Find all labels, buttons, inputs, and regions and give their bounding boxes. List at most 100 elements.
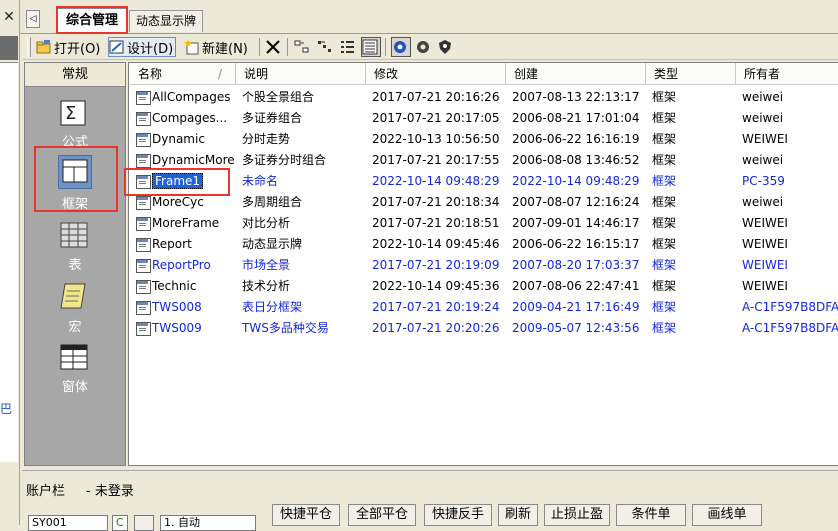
- open-button-label: 打开(O): [54, 41, 101, 57]
- order-mode-select[interactable]: 1. 自动: [160, 515, 256, 531]
- column-header-type[interactable]: 类型: [646, 63, 736, 85]
- account-c-button[interactable]: C: [112, 515, 128, 531]
- frame-file-icon: [136, 112, 151, 126]
- large-icons-view-button[interactable]: [294, 37, 312, 57]
- details-view-icon: [362, 39, 378, 55]
- quick-reverse-button[interactable]: 快捷反手: [424, 504, 492, 526]
- row-type: 框架: [652, 195, 677, 209]
- close-all-button[interactable]: 全部平仓: [348, 504, 416, 526]
- left-strip-edge-text: 巴: [0, 402, 13, 416]
- row-created: 2007-08-13 22:13:17: [512, 90, 640, 104]
- frame-file-icon: [136, 280, 151, 294]
- column-header-owner[interactable]: 所有者: [736, 63, 838, 85]
- gear-button[interactable]: [415, 37, 433, 57]
- row-description: 分时走势: [242, 132, 291, 146]
- row-created: 2006-08-21 17:01:04: [512, 111, 640, 125]
- close-icon[interactable]: ✕: [0, 4, 18, 30]
- toolbar-separator: [259, 38, 260, 56]
- design-icon: [109, 39, 125, 55]
- list-row-tws008[interactable]: TWS008 表日分框架 2017-07-21 20:19:24 2009-04-21…: [130, 297, 838, 318]
- category-header[interactable]: 常规: [25, 63, 125, 87]
- open-folder-icon: [36, 39, 52, 55]
- row-description: 多证券分时组合: [242, 153, 327, 167]
- list-row-reportpro[interactable]: ReportPro 市场全景 2017-07-21 20:19:09 2007-08-…: [130, 255, 838, 276]
- line-order-button[interactable]: 画线单: [692, 504, 762, 526]
- row-modified: 2017-07-21 20:19:09: [372, 258, 500, 272]
- window-form-icon: [59, 342, 89, 372]
- list-row-morecyc[interactable]: MoreCyc 多周期组合 2017-07-21 20:18:34 2007-08-0…: [130, 192, 838, 213]
- category-frame[interactable]: 框架: [25, 153, 125, 212]
- row-created: 2009-05-07 12:43:56: [512, 321, 640, 335]
- row-name: TWS008: [152, 300, 202, 314]
- category-table[interactable]: 表: [25, 218, 125, 273]
- new-button-label: 新建(N): [202, 41, 248, 57]
- list-row-technic[interactable]: Technic 技术分析 2022-10-14 09:45:36 2007-08-06…: [130, 276, 838, 297]
- list-row-frame1[interactable]: Frame1 未命名 2022-10-14 09:48:29 2022-10-14 0…: [130, 171, 838, 192]
- large-icons-view-icon: [294, 39, 310, 55]
- account-small-button[interactable]: [134, 515, 154, 531]
- left-strip-header: [0, 36, 18, 60]
- row-modified: 2017-07-21 20:17:05: [372, 111, 500, 125]
- frame-file-icon: [136, 322, 151, 336]
- frame-file-icon: [136, 196, 151, 210]
- row-modified: 2017-07-21 20:20:26: [372, 321, 500, 335]
- category-macro[interactable]: 宏: [25, 278, 125, 335]
- new-button[interactable]: 新建(N): [184, 37, 248, 57]
- design-button[interactable]: 设计(D): [108, 37, 177, 57]
- row-created: 2007-08-20 17:03:37: [512, 258, 640, 272]
- stop-loss-take-profit-button[interactable]: 止损止盈: [544, 504, 610, 526]
- row-modified: 2022-10-14 09:45:36: [372, 279, 500, 293]
- row-created: 2007-08-07 12:16:24: [512, 195, 640, 209]
- row-modified: 2022-10-14 09:48:29: [372, 174, 500, 188]
- selected-name-highlight: Frame1: [152, 173, 204, 189]
- small-icons-view-button[interactable]: [317, 37, 335, 57]
- column-header-description[interactable]: 说明: [236, 63, 366, 85]
- row-owner: weiwei: [742, 153, 784, 167]
- open-button[interactable]: 打开(O): [36, 37, 100, 57]
- row-owner: weiwei: [742, 195, 784, 209]
- list-view-button[interactable]: [340, 37, 358, 57]
- list-row-report[interactable]: Report 动态显示牌 2022-10-14 09:45:46 2006-06-22…: [130, 234, 838, 255]
- toolbar-grip: [27, 37, 31, 57]
- row-type: 框架: [652, 132, 677, 146]
- settings-button[interactable]: [391, 37, 411, 57]
- list-row-compages-[interactable]: Compages... 多证券组合 2017-07-21 20:17:05 2006-…: [130, 108, 838, 129]
- row-name: TWS009: [152, 321, 202, 335]
- list-row-moreframe[interactable]: MoreFrame 对比分析 2017-07-21 20:18:51 2007-09-…: [130, 213, 838, 234]
- row-description: 技术分析: [242, 279, 291, 293]
- list-row-allcompages[interactable]: AllCompages 个股全景组合 2017-07-21 20:16:26 2007…: [130, 87, 838, 108]
- frame-file-icon: [136, 91, 151, 105]
- refresh-button[interactable]: 刷新: [498, 504, 538, 526]
- tab-comprehensive-management[interactable]: 综合管理: [57, 8, 127, 34]
- list-row-dynamic[interactable]: Dynamic 分时走势 2022-10-13 10:56:50 2006-06-22…: [130, 129, 838, 150]
- row-created: 2006-06-22 16:16:19: [512, 132, 640, 146]
- category-window-form-label: 窗体: [61, 380, 88, 395]
- delete-button[interactable]: [265, 37, 283, 57]
- row-description: TWS多品种交易: [242, 321, 329, 335]
- list-row-tws009[interactable]: TWS009 TWS多品种交易 2017-07-21 20:20:26 2009-05…: [130, 318, 838, 339]
- row-type: 框架: [652, 90, 677, 104]
- column-header-created[interactable]: 创建: [506, 63, 646, 85]
- row-name: DynamicMore: [152, 153, 235, 167]
- row-owner: A-C1F597B8DFAI: [742, 321, 838, 335]
- tab-dynamic-board[interactable]: 动态显示牌: [129, 10, 203, 32]
- row-description: 表日分框架: [242, 300, 303, 314]
- row-created: 2009-04-21 17:16:49: [512, 300, 640, 314]
- details-view-button[interactable]: [361, 37, 381, 57]
- svg-text:Σ: Σ: [65, 103, 76, 124]
- list-row-dynamicmore[interactable]: DynamicMore 多证券分时组合 2017-07-21 20:17:55 200…: [130, 150, 838, 171]
- account-code-input[interactable]: SY001: [28, 515, 108, 531]
- tab-scroll-left-button[interactable]: ◁: [26, 10, 40, 28]
- row-modified: 2017-07-21 20:18:34: [372, 195, 500, 209]
- row-type: 框架: [652, 153, 677, 167]
- column-header-modified[interactable]: 修改: [366, 63, 506, 85]
- quick-close-button[interactable]: 快捷平仓: [272, 504, 340, 526]
- category-window-form[interactable]: 窗体: [25, 340, 125, 396]
- shield-button[interactable]: [437, 37, 455, 57]
- category-formula[interactable]: Σ 公式: [25, 95, 125, 151]
- frame-file-icon: [136, 217, 151, 231]
- conditional-order-button[interactable]: 条件单: [616, 504, 686, 526]
- row-description: 市场全景: [242, 258, 291, 272]
- row-owner: A-C1F597B8DFAI: [742, 300, 838, 314]
- column-header-name[interactable]: 名称 /: [130, 63, 236, 85]
